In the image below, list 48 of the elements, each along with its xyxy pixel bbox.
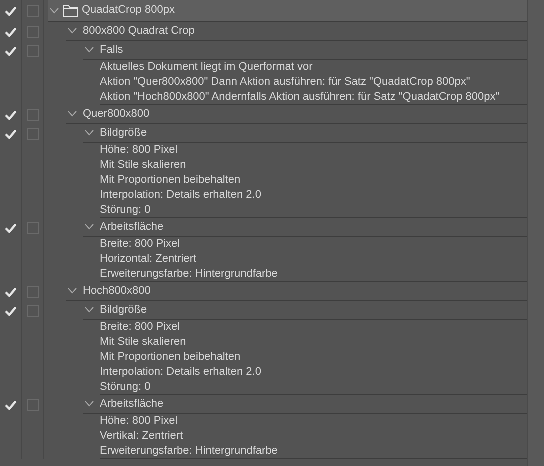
- checkmark-icon[interactable]: [4, 222, 16, 232]
- action-item-name[interactable]: Hoch800x800: [83, 282, 151, 300]
- command-detail: Mit Proportionen beibehalten: [100, 173, 241, 188]
- checkmark-icon[interactable]: [4, 110, 16, 120]
- checkmark-icon[interactable]: [4, 128, 16, 138]
- expand-chevron-icon[interactable]: [85, 130, 94, 136]
- command-detail: Vertikal: Zentriert: [100, 429, 184, 444]
- action-item-name[interactable]: 800x800 Quadrat Crop: [83, 22, 195, 40]
- command-detail: Interpolation: Details erhalten 2.0: [100, 365, 262, 380]
- checkmark-icon[interactable]: [4, 6, 16, 16]
- command-detail: Höhe: 800 Pixel: [100, 143, 178, 158]
- checkmark-icon[interactable]: [4, 46, 16, 56]
- command-detail: Interpolation: Details erhalten 2.0: [100, 188, 262, 204]
- command-detail: Horizontal: Zentriert: [100, 252, 197, 268]
- action-item-name[interactable]: Bildgröße: [100, 302, 148, 318]
- command-detail: Aktuelles Dokument liegt im Querformat vor: [100, 60, 313, 76]
- command-detail: Breite: 800 Pixel: [100, 237, 180, 252]
- command-detail: Erweiterungsfarbe: Hintergrundfarbe: [100, 266, 278, 282]
- command-detail: Aktion "Quer800x800" Dann Aktion ausführen: für Satz "QuadatCrop 800px": [100, 75, 470, 90]
- expand-chevron-icon[interactable]: [50, 8, 59, 14]
- expand-chevron-icon[interactable]: [85, 401, 94, 407]
- action-set-name[interactable]: QuadatCrop 800px: [82, 2, 175, 19]
- checkmark-icon[interactable]: [4, 306, 16, 316]
- action-item-name[interactable]: Falls: [100, 42, 124, 58]
- expand-chevron-icon[interactable]: [85, 224, 94, 230]
- expand-chevron-icon[interactable]: [85, 47, 94, 53]
- command-detail: Mit Stile skalieren: [100, 335, 186, 350]
- expand-chevron-icon[interactable]: [68, 288, 77, 294]
- command-detail: Störung: 0: [100, 202, 151, 218]
- action-item-name[interactable]: Arbeitsfläche: [100, 218, 164, 236]
- command-detail: Aktion "Hoch800x800" Andernfalls Aktion ausführen: für Satz "QuadatCrop 800px": [100, 90, 500, 105]
- action-item-name[interactable]: Quer800x800: [83, 106, 150, 122]
- checkmark-icon[interactable]: [4, 286, 16, 296]
- expand-chevron-icon[interactable]: [68, 111, 77, 117]
- action-set-row-highlight[interactable]: QuadatCrop 800px: [48, 0, 527, 22]
- folder-icon: [63, 4, 78, 16]
- action-item-name[interactable]: Arbeitsfläche: [100, 396, 164, 412]
- command-detail: Mit Proportionen beibehalten: [100, 350, 241, 366]
- command-detail: Breite: 800 Pixel: [100, 320, 180, 336]
- expand-chevron-icon[interactable]: [85, 307, 94, 313]
- checkmark-icon[interactable]: [4, 400, 16, 410]
- command-detail: Erweiterungsfarbe: Hintergrundfarbe: [100, 444, 278, 459]
- expand-chevron-icon[interactable]: [68, 28, 77, 34]
- checkmark-icon[interactable]: [4, 26, 16, 36]
- command-detail: Mit Stile skalieren: [100, 158, 186, 174]
- command-detail: Höhe: 800 Pixel: [100, 414, 178, 430]
- command-detail: Störung: 0: [100, 380, 151, 395]
- action-item-name[interactable]: Bildgröße: [100, 124, 148, 142]
